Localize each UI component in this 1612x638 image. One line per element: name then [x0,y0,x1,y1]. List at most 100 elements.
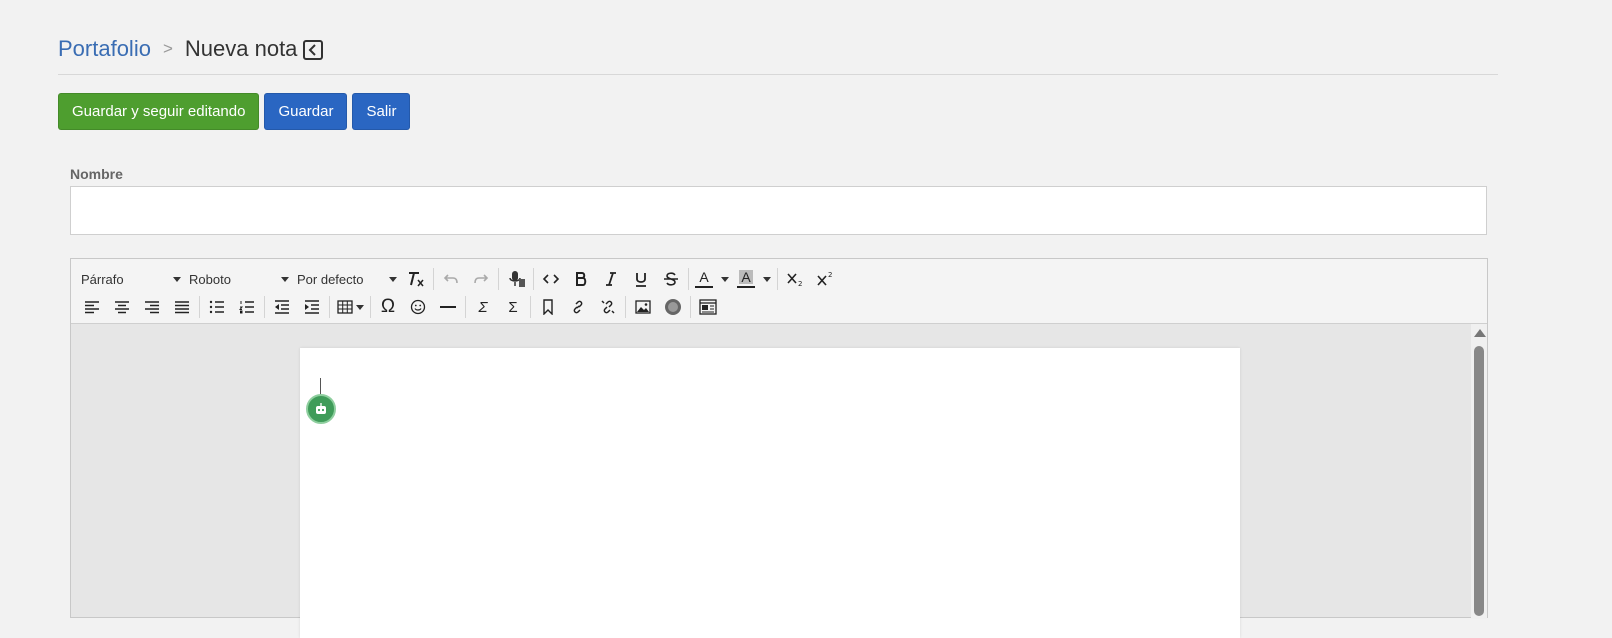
redo-button[interactable] [466,266,496,292]
breadcrumb-link-portafolio[interactable]: Portafolio [58,36,151,62]
special-char-button[interactable]: Ω [373,294,403,320]
align-right-icon [145,301,159,314]
table-icon [336,300,353,314]
bookmark-button[interactable] [533,294,563,320]
align-justify-button[interactable] [167,294,197,320]
undo-button[interactable] [436,266,466,292]
scroll-up-arrow-icon[interactable] [1474,329,1486,337]
breadcrumb-separator: > [162,39,173,58]
editor-content-area[interactable] [71,324,1473,638]
block-format-select[interactable]: Párrafo [77,266,185,292]
align-left-icon [85,301,99,314]
table-button[interactable] [332,294,368,320]
bg-color-button[interactable]: A [733,266,759,292]
robot-icon [316,403,326,414]
chevron-down-icon [281,276,289,282]
code-icon [542,274,560,284]
action-bar: Guardar y seguir editando Guardar Salir [58,93,411,130]
link-button[interactable] [563,294,593,320]
smiley-icon [410,299,426,315]
horizontal-rule-button[interactable] [433,294,463,320]
emoji-button[interactable] [403,294,433,320]
align-justify-icon [175,301,189,314]
outdent-icon [275,300,289,314]
collapse-icon[interactable] [303,40,324,60]
rich-text-editor: Párrafo Roboto Por defecto A A 2 2 Ω Σ Σ [70,258,1488,638]
superscript-button[interactable]: 2 [810,266,840,292]
strikethrough-button[interactable] [656,266,686,292]
toolbar-separator [533,268,534,290]
toolbar-separator [777,268,778,290]
toolbar-row-2: Ω Σ Σ [77,293,723,321]
exit-button[interactable]: Salir [352,93,411,130]
omega-icon: Ω [380,296,396,317]
source-code-button[interactable] [536,266,566,292]
italic-icon [606,272,616,286]
italic-button[interactable] [596,266,626,292]
name-label: Nombre [70,166,123,182]
align-center-button[interactable] [107,294,137,320]
chem-editor-button[interactable]: Σ [498,294,528,320]
toolbar-separator [433,268,434,290]
unlink-button[interactable] [593,294,623,320]
editor-page[interactable] [300,348,1240,638]
image-button[interactable] [628,294,658,320]
save-continue-button[interactable]: Guardar y seguir editando [58,93,260,130]
sigma-italic-icon: Σ [478,298,488,316]
breadcrumb: Portafolio > Nueva nota [58,36,324,62]
toolbar-separator [264,296,265,318]
template-icon [699,299,717,315]
clear-format-button[interactable] [401,266,431,292]
dictation-button[interactable] [501,266,531,292]
microphone-icon [509,271,525,287]
toolbar-separator [199,296,200,318]
toolbar-separator [530,296,531,318]
header-divider [58,74,1498,75]
editor-scrollbar[interactable] [1471,324,1487,619]
image-icon [635,300,651,314]
math-editor-button[interactable]: Σ [468,294,498,320]
bullet-list-button[interactable] [202,294,232,320]
bg-color-icon: A [739,269,753,285]
horizontal-rule-icon [440,306,456,308]
text-color-swatch [695,286,713,288]
font-family-select[interactable]: Roboto [185,266,293,292]
assistant-bot-button[interactable] [306,394,336,424]
text-color-dropdown[interactable] [717,266,733,292]
unlink-icon [601,300,615,314]
scroll-thumb[interactable] [1474,346,1484,616]
numbered-list-button[interactable] [232,294,262,320]
chevron-down-icon [721,276,729,282]
template-button[interactable] [693,294,723,320]
underline-button[interactable] [626,266,656,292]
media-button[interactable] [658,294,688,320]
text-color-button[interactable]: A [691,266,717,292]
block-format-value: Párrafo [81,271,124,287]
numbered-list-icon [239,301,254,314]
align-left-button[interactable] [77,294,107,320]
indent-button[interactable] [297,294,327,320]
toolbar-separator [688,268,689,290]
sigma-icon: Σ [508,298,518,316]
bg-color-swatch [737,286,755,288]
toolbar-separator [690,296,691,318]
text-color-split: A [691,266,733,292]
bold-icon [576,272,587,286]
outdent-button[interactable] [267,294,297,320]
bold-button[interactable] [566,266,596,292]
subscript-button[interactable]: 2 [780,266,810,292]
font-size-select[interactable]: Por defecto [293,266,401,292]
editor-toolbar: Párrafo Roboto Por defecto A A 2 2 Ω Σ Σ [71,259,1487,324]
font-size-value: Por defecto [297,271,364,287]
align-right-button[interactable] [137,294,167,320]
bg-color-dropdown[interactable] [759,266,775,292]
toolbar-separator [625,296,626,318]
save-button[interactable]: Guardar [264,93,348,130]
toolbar-separator [465,296,466,318]
name-input[interactable] [70,186,1487,235]
underline-icon [636,273,646,287]
toolbar-separator [329,296,330,318]
undo-icon [443,274,458,284]
font-family-value: Roboto [189,271,231,287]
chevron-down-icon [763,276,771,282]
